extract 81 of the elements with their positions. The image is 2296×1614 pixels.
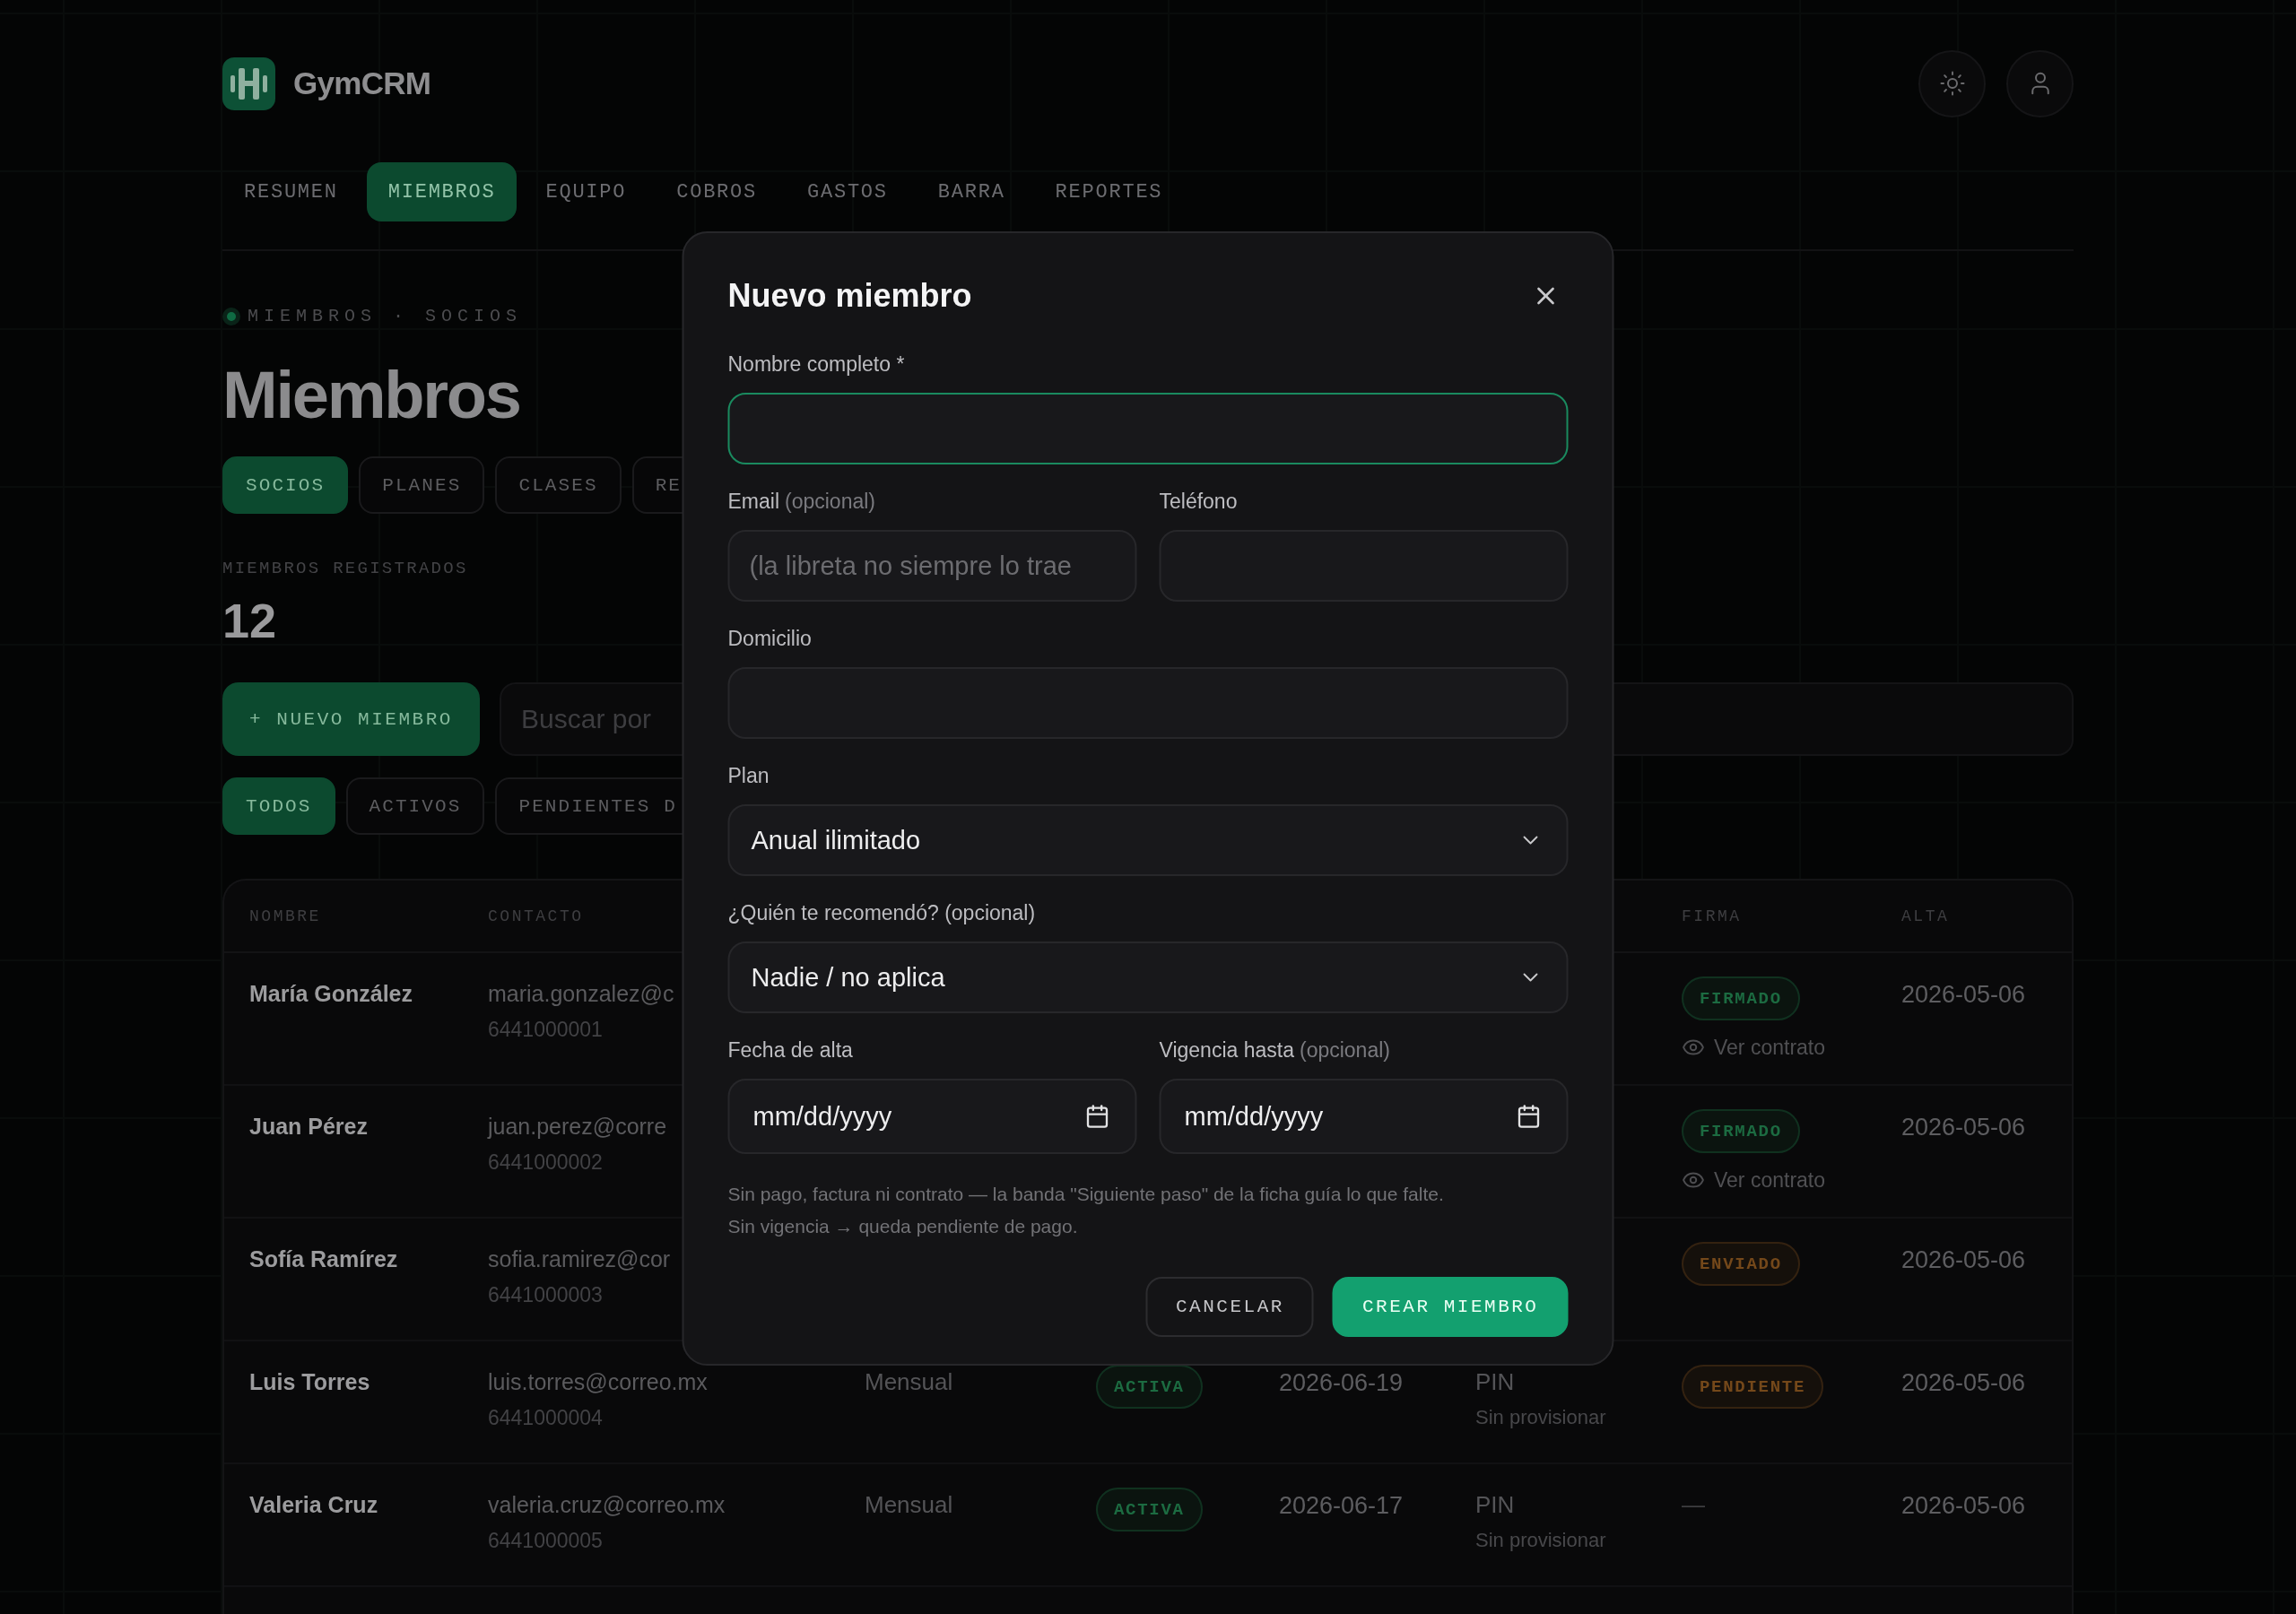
calendar-icon bbox=[1516, 1104, 1542, 1129]
section-tab[interactable]: SOCIOS bbox=[222, 456, 349, 514]
text-input[interactable] bbox=[727, 393, 1569, 464]
joined-date: 2026-05-06 bbox=[1901, 980, 2026, 1009]
field-label: Vigencia hasta bbox=[1159, 1037, 1294, 1063]
cell-subtext: Sin provisionar bbox=[1475, 1529, 1606, 1552]
field-label: Nombre completo * bbox=[727, 351, 905, 377]
member-phone: 6441000005 bbox=[488, 1529, 603, 1552]
table-cell: 2026-06-19 bbox=[1279, 1368, 1404, 1397]
member-name: Sofía Ramírez bbox=[249, 1245, 398, 1272]
member-name: Valeria Cruz bbox=[249, 1491, 378, 1518]
status-badge: ACTIVA bbox=[1096, 1365, 1203, 1409]
member-name: María González bbox=[249, 980, 413, 1007]
filter-chip[interactable]: TODOS bbox=[222, 777, 335, 835]
nav-tab[interactable]: GASTOS bbox=[786, 162, 909, 221]
cancel-button[interactable]: CANCELAR bbox=[1145, 1277, 1314, 1337]
page-title: Miembros bbox=[222, 357, 520, 434]
table-cell: 2026-06-17 bbox=[1279, 1491, 1404, 1520]
sun-icon bbox=[1938, 70, 1966, 97]
brand-name: GymCRM bbox=[293, 65, 431, 101]
stat-value: 12 bbox=[222, 594, 277, 647]
table-cell: Mensual bbox=[865, 1368, 953, 1395]
signature-badge: FIRMADO bbox=[1682, 1109, 1800, 1153]
member-name: Juan Pérez bbox=[249, 1113, 368, 1140]
calendar-icon bbox=[1084, 1104, 1110, 1129]
section-tab[interactable]: CLASES bbox=[495, 456, 622, 514]
member-email: luis.torres@correo.mx bbox=[488, 1368, 708, 1395]
signature-badge: ENVIADO bbox=[1682, 1242, 1800, 1286]
member-phone: 6441000004 bbox=[488, 1406, 603, 1429]
view-contract-link[interactable]: Ver contrato bbox=[1682, 1167, 1826, 1193]
member-email: juan.perez@corre bbox=[488, 1113, 667, 1140]
field-label: Plan bbox=[727, 763, 770, 789]
table-cell: Mensual bbox=[865, 1491, 953, 1518]
create-button[interactable]: CREAR MIEMBRO bbox=[1332, 1277, 1569, 1337]
empty-signature-text: — bbox=[1682, 1491, 1705, 1518]
optional-hint: (opcional) bbox=[1299, 1037, 1390, 1063]
filter-chip[interactable]: ACTIVOS bbox=[345, 777, 485, 835]
help-text: Sin pago, factura ni contrato — la banda "Siguiente paso" de la ficha guía lo que falte. bbox=[727, 1183, 1444, 1206]
member-phone: 6441000003 bbox=[488, 1283, 603, 1306]
select-field[interactable]: Anual ilimitado bbox=[727, 804, 1569, 876]
field-label: ¿Quién te recomendó? (opcional) bbox=[727, 900, 1036, 926]
dialog-title: Nuevo miembro bbox=[727, 276, 972, 316]
joined-date: 2026-05-06 bbox=[1901, 1245, 2026, 1274]
field-label: Fecha de alta bbox=[727, 1037, 853, 1063]
section-tab[interactable]: PLANES bbox=[359, 456, 485, 514]
status-dot-icon bbox=[222, 308, 240, 325]
stat-label: MIEMBROS REGISTRADOS bbox=[222, 558, 468, 579]
optional-hint: (opcional) bbox=[785, 489, 875, 515]
nav-tab[interactable]: BARRA bbox=[916, 162, 1027, 221]
table-cell: PIN bbox=[1475, 1368, 1515, 1395]
member-phone: 6441000002 bbox=[488, 1150, 603, 1174]
status-badge: ACTIVA bbox=[1096, 1488, 1203, 1532]
breadcrumb-text: MIEMBROS · SOCIOS bbox=[248, 307, 523, 326]
date-field[interactable]: mm/dd/yyyy bbox=[1159, 1079, 1569, 1154]
nav-tab[interactable]: RESUMEN bbox=[222, 162, 360, 221]
text-input[interactable]: (la libreta no siempre lo trae bbox=[727, 530, 1137, 602]
new-member-button[interactable]: + NUEVO MIEMBRO bbox=[222, 682, 480, 756]
table-cell: PIN bbox=[1475, 1491, 1515, 1518]
field-label: Teléfono bbox=[1159, 489, 1238, 515]
member-email: sofia.ramirez@cor bbox=[488, 1245, 671, 1272]
select-field[interactable]: Nadie / no aplica bbox=[727, 941, 1569, 1013]
signature-badge: FIRMADO bbox=[1682, 976, 1800, 1020]
joined-date: 2026-05-06 bbox=[1901, 1491, 2026, 1520]
date-field[interactable]: mm/dd/yyyy bbox=[727, 1079, 1137, 1154]
logo-icon bbox=[222, 56, 275, 110]
signature-badge: PENDIENTE bbox=[1682, 1365, 1823, 1409]
help-text: Sin vigencia → queda pendiente de pago. bbox=[727, 1215, 1078, 1238]
member-email: valeria.cruz@correo.mx bbox=[488, 1491, 726, 1518]
cell-subtext: Sin provisionar bbox=[1475, 1406, 1606, 1429]
member-phone: 6441000001 bbox=[488, 1018, 603, 1041]
nav-tab[interactable]: REPORTES bbox=[1033, 162, 1185, 221]
nav-tab[interactable]: COBROS bbox=[655, 162, 778, 221]
joined-date: 2026-05-06 bbox=[1901, 1113, 2026, 1141]
member-email: maria.gonzalez@c bbox=[488, 980, 674, 1007]
joined-date: 2026-05-06 bbox=[1901, 1368, 2026, 1397]
field-label: Domicilio bbox=[727, 626, 812, 652]
member-name: Luis Torres bbox=[249, 1368, 370, 1395]
nav-tab[interactable]: MIEMBROS bbox=[366, 162, 517, 221]
view-contract-link[interactable]: Ver contrato bbox=[1682, 1035, 1826, 1060]
field-label: Email bbox=[727, 489, 779, 515]
nav-tab[interactable]: EQUIPO bbox=[524, 162, 648, 221]
